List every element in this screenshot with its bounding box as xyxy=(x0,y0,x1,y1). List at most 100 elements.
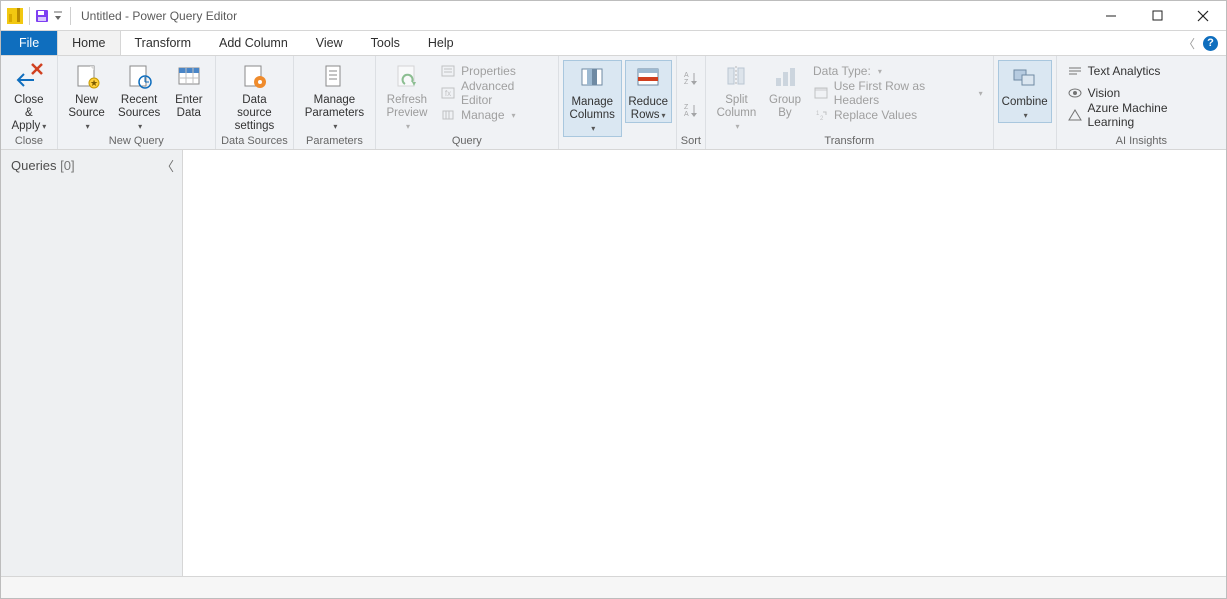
refresh-icon xyxy=(391,60,423,92)
svg-text:A: A xyxy=(684,111,689,118)
group-transform: Split Column▾ Group By Data Type:▾ Use F… xyxy=(706,56,994,149)
app-logo-icon xyxy=(7,8,23,24)
enter-data-icon xyxy=(173,60,205,92)
tab-home[interactable]: Home xyxy=(57,31,120,55)
content-area: Queries [0] 〈 xyxy=(1,150,1226,576)
replace-values-icon: 12 xyxy=(813,107,829,123)
azure-ml-label: Azure Machine Learning xyxy=(1087,101,1216,129)
refresh-preview-button[interactable]: Refresh Preview▾ xyxy=(380,58,434,134)
close-button[interactable] xyxy=(1180,1,1226,31)
group-data-sources: Data source settings Data Sources xyxy=(216,56,294,149)
tab-view[interactable]: View xyxy=(302,31,357,55)
window-controls xyxy=(1088,1,1226,31)
tab-add-column[interactable]: Add Column xyxy=(205,31,302,55)
window-title: Untitled - Power Query Editor xyxy=(81,9,237,23)
data-source-settings-label: Data source settings xyxy=(235,94,275,132)
maximize-button[interactable] xyxy=(1134,1,1180,31)
svg-text:Z: Z xyxy=(684,104,689,111)
data-source-settings-button[interactable]: Data source settings xyxy=(220,58,289,134)
collapse-queries-icon[interactable]: 〈 xyxy=(161,156,174,175)
group-by-label: Group By xyxy=(769,94,801,119)
sort-descending-button[interactable]: ZA xyxy=(681,94,701,126)
status-bar xyxy=(1,576,1226,598)
group-ai-insights-label: AI Insights xyxy=(1061,134,1222,149)
minimize-button[interactable] xyxy=(1088,1,1134,31)
split-column-label: Split Column xyxy=(717,94,757,119)
group-by-icon xyxy=(769,60,801,92)
group-sort: AZ ZA Sort xyxy=(677,56,706,149)
text-analytics-icon xyxy=(1067,63,1083,79)
manage-label: Manage xyxy=(461,108,504,122)
manage-columns-label: Manage Columns xyxy=(570,96,615,121)
recent-sources-button[interactable]: Recent Sources▾ xyxy=(111,58,166,134)
enter-data-label: Enter Data xyxy=(175,94,203,119)
save-icon[interactable] xyxy=(34,8,50,24)
tab-help[interactable]: Help xyxy=(414,31,468,55)
advanced-editor-button[interactable]: fx Advanced Editor xyxy=(434,82,554,104)
close-apply-icon xyxy=(13,60,45,92)
tab-file[interactable]: File xyxy=(1,31,57,55)
group-parameters-label: Parameters xyxy=(298,134,371,149)
refresh-preview-label: Refresh Preview xyxy=(386,94,427,119)
group-ai-insights: Text Analytics Vision Azure Machine Lear… xyxy=(1057,56,1226,149)
reduce-rows-button[interactable]: Reduce Rows▾ xyxy=(625,60,672,123)
help-icon[interactable]: ? xyxy=(1203,36,1218,51)
close-apply-button[interactable]: Close & Apply▾ xyxy=(5,58,53,134)
azure-ml-icon xyxy=(1067,107,1083,123)
group-parameters: Manage Parameters▾ Parameters xyxy=(294,56,376,149)
manage-parameters-button[interactable]: Manage Parameters▾ xyxy=(298,58,371,134)
vision-icon xyxy=(1067,85,1083,101)
azure-ml-button[interactable]: Azure Machine Learning xyxy=(1061,104,1222,126)
group-data-sources-label: Data Sources xyxy=(220,134,289,149)
recent-sources-icon xyxy=(123,60,155,92)
text-analytics-button[interactable]: Text Analytics xyxy=(1061,60,1222,82)
manage-button[interactable]: Manage▾ xyxy=(434,104,554,126)
group-new-query: ★ New Source▾ Recent Sources▾ Enter Data… xyxy=(58,56,216,149)
svg-text:2: 2 xyxy=(820,116,824,121)
group-combine: Combine▾ xyxy=(994,56,1057,149)
split-column-button[interactable]: Split Column▾ xyxy=(710,58,763,134)
close-apply-label: Close & Apply xyxy=(11,94,43,132)
reduce-rows-icon xyxy=(632,62,664,94)
new-source-label: New Source xyxy=(68,94,104,119)
manage-parameters-label: Manage Parameters xyxy=(305,94,364,119)
svg-text:fx: fx xyxy=(445,89,451,98)
advanced-editor-label: Advanced Editor xyxy=(461,79,548,107)
svg-text:A: A xyxy=(684,72,689,79)
properties-label: Properties xyxy=(461,64,516,78)
data-source-settings-icon xyxy=(238,60,270,92)
group-close-label: Close xyxy=(5,134,53,149)
manage-icon xyxy=(440,107,456,123)
combine-icon xyxy=(1009,62,1041,94)
group-new-query-label: New Query xyxy=(62,134,211,149)
group-query-label: Query xyxy=(380,134,554,149)
replace-values-label: Replace Values xyxy=(834,108,917,122)
manage-columns-button[interactable]: Manage Columns▾ xyxy=(563,60,622,137)
combine-button[interactable]: Combine▾ xyxy=(998,60,1052,123)
manage-columns-icon xyxy=(576,62,608,94)
vision-label: Vision xyxy=(1088,86,1120,100)
group-by-button[interactable]: Group By xyxy=(763,58,807,120)
advanced-editor-icon: fx xyxy=(440,85,456,101)
enter-data-button[interactable]: Enter Data xyxy=(167,58,211,120)
svg-text:★: ★ xyxy=(90,78,98,88)
new-source-icon: ★ xyxy=(71,60,103,92)
ribbon: Close & Apply▾ Close ★ New Source▾ Recen… xyxy=(1,56,1226,150)
group-query: Refresh Preview▾ Properties fx Advanced … xyxy=(376,56,559,149)
first-row-headers-button[interactable]: Use First Row as Headers▾ xyxy=(807,82,989,104)
tab-transform[interactable]: Transform xyxy=(121,31,206,55)
group-close: Close & Apply▾ Close xyxy=(1,56,58,149)
new-source-button[interactable]: ★ New Source▾ xyxy=(62,58,112,134)
queries-pane-title: Queries [0] xyxy=(11,158,75,173)
group-transform-label: Transform xyxy=(710,134,989,149)
qat-separator xyxy=(29,7,30,25)
sort-ascending-button[interactable]: AZ xyxy=(681,62,701,94)
collapse-ribbon-icon[interactable]: 〈 xyxy=(1183,35,1195,52)
group-sort-label: Sort xyxy=(681,134,701,149)
tab-tools[interactable]: Tools xyxy=(357,31,414,55)
qat-customize-dropdown[interactable] xyxy=(53,10,63,22)
replace-values-button[interactable]: 12 Replace Values xyxy=(807,104,989,126)
recent-sources-label: Recent Sources xyxy=(118,94,160,119)
table-header-icon xyxy=(813,85,829,101)
titlebar: Untitled - Power Query Editor xyxy=(1,1,1226,31)
